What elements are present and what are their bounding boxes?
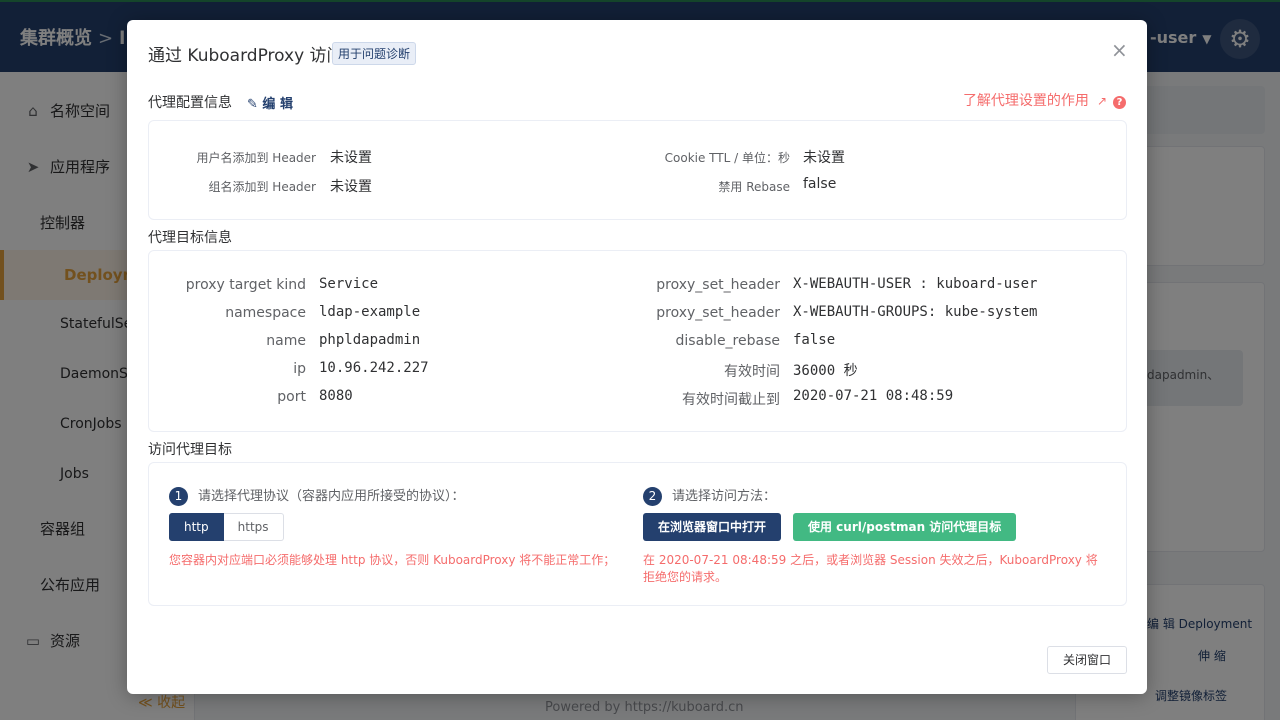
edit-config-button[interactable]: ✎ 编 辑 xyxy=(247,93,293,112)
close-window-button[interactable]: 关闭窗口 xyxy=(1047,646,1127,674)
target-value: ldap-example xyxy=(319,304,421,320)
protocol-https-button[interactable]: https xyxy=(223,513,284,541)
target-value: 10.96.242.227 xyxy=(319,360,429,376)
target-label: name xyxy=(266,333,306,349)
config-label: Cookie TTL / 单位：秒 xyxy=(664,151,790,165)
config-panel: 用户名添加到 Header 未设置 组名添加到 Header 未设置 Cooki… xyxy=(148,120,1127,220)
protocol-selector: http https xyxy=(169,513,284,541)
target-value: false xyxy=(793,332,836,348)
config-value: 未设置 xyxy=(330,150,372,166)
kuboard-proxy-dialog: 通过 KuboardProxy 访问 用于问题诊断 × 代理配置信息 ✎ 编 辑… xyxy=(127,20,1147,694)
section-title-access: 访问代理目标 xyxy=(148,442,232,458)
dialog-title: 通过 KuboardProxy 访问 xyxy=(148,46,344,66)
config-label: 用户名添加到 Header xyxy=(196,151,316,165)
config-value: false xyxy=(803,176,837,192)
target-value: 8080 xyxy=(319,388,353,404)
target-value: X-WEBAUTH-GROUPS: kube-system xyxy=(793,304,1038,320)
protocol-warning: 您容器内对应端口必须能够处理 http 协议，否则 KuboardProxy 将… xyxy=(169,553,616,567)
protocol-http-button[interactable]: http xyxy=(169,513,224,541)
target-label: proxy_set_header xyxy=(656,277,780,293)
step-2-badge: 2 xyxy=(643,487,662,506)
config-value: 未设置 xyxy=(803,150,845,166)
target-label: disable_rebase xyxy=(675,333,780,349)
learn-proxy-label: 了解代理设置的作用 xyxy=(962,93,1089,109)
target-label: proxy target kind xyxy=(185,277,306,293)
target-value: X-WEBAUTH-USER : kuboard-user xyxy=(793,276,1038,292)
target-value: 36000 秒 xyxy=(793,363,858,379)
config-value: 未设置 xyxy=(330,179,372,195)
step-1-badge: 1 xyxy=(169,487,188,506)
step-1-text: 请选择代理协议（容器内应用所接受的协议）： xyxy=(198,489,465,504)
target-label: namespace xyxy=(225,305,306,321)
target-value: phpldapadmin xyxy=(319,332,421,348)
target-panel: proxy target kind Service namespace ldap… xyxy=(148,250,1127,432)
target-label: proxy_set_header xyxy=(656,305,780,321)
curl-postman-button[interactable]: 使用 curl/postman 访问代理目标 xyxy=(793,513,1017,541)
session-warning: 在 2020-07-21 08:48:59 之后，或者浏览器 Session 失… xyxy=(643,553,1098,584)
external-link-icon: ↗ xyxy=(1096,94,1107,108)
open-in-browser-button[interactable]: 在浏览器窗口中打开 xyxy=(643,513,782,541)
target-label: port xyxy=(277,389,306,405)
step-1: 1 请选择代理协议（容器内应用所接受的协议）： xyxy=(169,485,465,506)
target-label: 有效时间 xyxy=(724,364,780,380)
target-label: ip xyxy=(293,361,306,377)
edit-icon: ✎ xyxy=(247,97,263,112)
target-label: 有效时间截止到 xyxy=(682,392,780,408)
config-label: 禁用 Rebase xyxy=(718,180,790,194)
step-2: 2 请选择访问方法： xyxy=(643,485,776,506)
target-value: Service xyxy=(319,276,379,292)
edit-label: 编 辑 xyxy=(262,97,293,112)
section-title-target: 代理目标信息 xyxy=(148,230,232,246)
target-value: 2020-07-21 08:48:59 xyxy=(793,388,954,404)
access-panel: 1 请选择代理协议（容器内应用所接受的协议）： http https 您容器内对应… xyxy=(148,462,1127,606)
section-title-config: 代理配置信息 xyxy=(148,95,232,111)
step-2-text: 请选择访问方法： xyxy=(672,489,777,504)
learn-proxy-link[interactable]: 了解代理设置的作用 ↗? xyxy=(963,90,1126,110)
close-icon[interactable]: × xyxy=(1111,38,1128,62)
config-label: 组名添加到 Header xyxy=(208,180,316,194)
help-icon: ? xyxy=(1113,96,1126,109)
diagnosis-tag: 用于问题诊断 xyxy=(332,42,417,65)
